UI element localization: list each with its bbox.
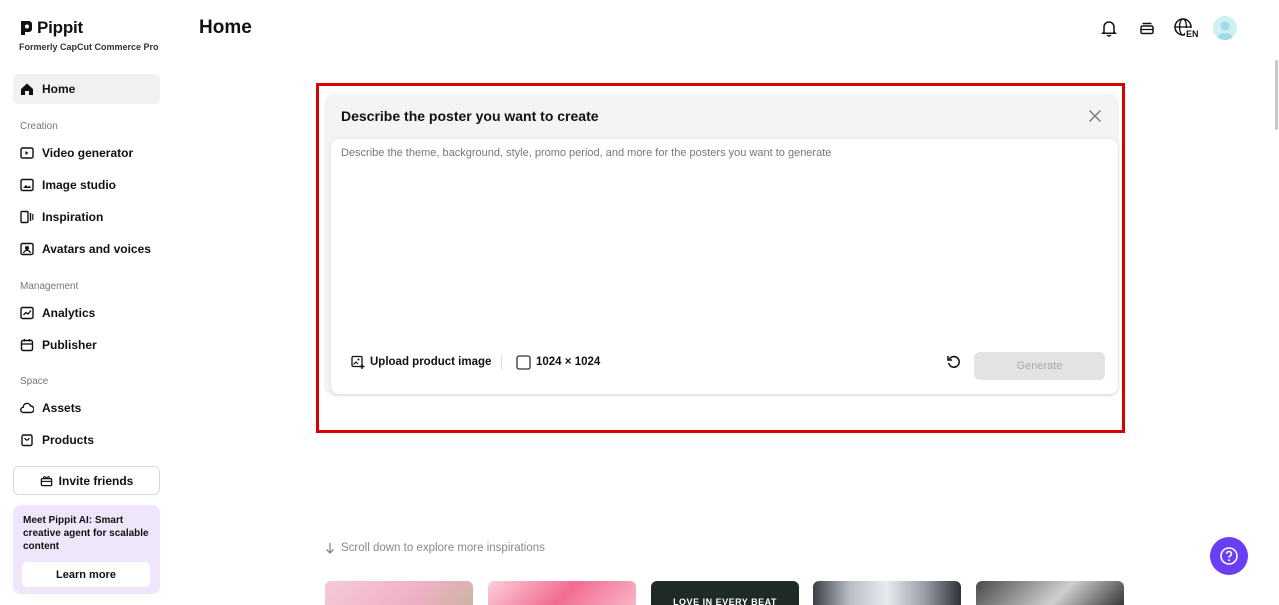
invite-friends-label: Invite friends [58, 473, 134, 488]
promo-text: Meet Pippit AI: Smart creative agent for… [23, 515, 149, 552]
sidebar-item-publisher[interactable]: Publisher [13, 330, 160, 360]
avatar[interactable] [1213, 16, 1237, 40]
sidebar-item-home[interactable]: Home [13, 74, 160, 104]
gift-icon [40, 476, 52, 487]
avatar-voice-icon [20, 242, 34, 256]
poster-prompt-dialog: Describe the poster you want to create U… [324, 94, 1119, 396]
help-button[interactable] [1210, 537, 1248, 575]
upload-product-image-button[interactable]: Upload product image [351, 352, 491, 372]
promo-card: Meet Pippit AI: Smart creative agent for… [13, 505, 160, 594]
language-button[interactable]: EN [1173, 16, 1199, 40]
sidebar-item-label: Publisher [42, 338, 97, 352]
language-code: EN [1186, 29, 1199, 39]
square-ratio-icon [516, 354, 531, 370]
sidebar-item-image-studio[interactable]: Image studio [13, 170, 160, 200]
sidebar-item-inspiration[interactable]: Inspiration [13, 202, 160, 232]
upload-label: Upload product image [370, 356, 492, 368]
notifications-button[interactable] [1097, 16, 1121, 40]
pippit-logo-icon [21, 21, 32, 35]
prompt-input[interactable] [341, 147, 1106, 337]
section-label-space: Space [20, 376, 49, 387]
sidebar-item-analytics[interactable]: Analytics [13, 298, 160, 328]
inspiration-thumbnail[interactable]: LOVE IN EVERY BEAT [651, 581, 799, 605]
sidebar-item-assets[interactable]: Assets [13, 393, 160, 423]
inspiration-thumbnail[interactable] [325, 581, 473, 605]
sidebar-item-label: Assets [42, 401, 82, 415]
learn-more-button[interactable]: Learn more [22, 562, 150, 587]
brand-subtitle: Formerly CapCut Commerce Pro [19, 42, 159, 52]
scroll-hint: Scroll down to explore more inspirations [325, 542, 545, 554]
dialog-title: Describe the poster you want to create [341, 108, 599, 124]
sidebar-item-label: Video generator [42, 146, 134, 160]
prompt-panel: Upload product image 1024 × 1024 Generat… [331, 139, 1118, 394]
refresh-icon [947, 355, 960, 368]
image-studio-icon [20, 178, 34, 192]
close-button[interactable] [1087, 108, 1103, 124]
inspiration-icon [20, 210, 34, 224]
sidebar: Pippit Formerly CapCut Commerce Pro Home… [0, 0, 172, 605]
section-label-management: Management [20, 281, 79, 292]
analytics-icon [20, 306, 34, 320]
image-upload-icon [351, 355, 365, 369]
brand-name: Pippit [37, 18, 84, 37]
scroll-hint-label: Scroll down to explore more inspirations [341, 542, 545, 554]
cloud-icon [20, 402, 34, 414]
sidebar-item-label: Analytics [42, 306, 96, 320]
user-avatar-icon [1216, 21, 1234, 40]
bag-icon [21, 434, 33, 447]
invite-friends-button[interactable]: Invite friends [13, 466, 160, 495]
page-scrollbar[interactable] [1275, 60, 1278, 130]
sidebar-item-label: Image studio [42, 178, 117, 192]
stack-icon [1140, 22, 1154, 35]
section-label-creation: Creation [20, 121, 58, 132]
reset-button[interactable] [945, 353, 963, 371]
sidebar-item-label: Avatars and voices [42, 242, 151, 256]
sidebar-item-label: Products [42, 433, 95, 447]
calendar-icon [20, 339, 34, 352]
sidebar-item-video-generator[interactable]: Video generator [13, 138, 160, 168]
sidebar-item-avatars-voices[interactable]: Avatars and voices [13, 234, 160, 264]
page-title: Home [199, 17, 252, 38]
subscription-button[interactable] [1135, 16, 1159, 40]
inspiration-thumbnail[interactable] [976, 581, 1124, 605]
size-label: 1024 × 1024 [536, 356, 601, 368]
sidebar-item-label: Home [42, 82, 76, 96]
inspiration-thumbnail[interactable] [813, 581, 961, 605]
close-icon [1089, 110, 1101, 122]
home-icon [21, 83, 33, 95]
thumbnail-caption: LOVE IN EVERY BEAT [673, 597, 777, 605]
inspiration-thumbnail[interactable] [488, 581, 636, 605]
video-generator-icon [20, 147, 34, 159]
question-mark-icon [1220, 547, 1238, 565]
globe-language-icon: EN [1174, 18, 1199, 39]
sidebar-item-products[interactable]: Products [13, 425, 160, 455]
bell-icon [1101, 21, 1117, 37]
sidebar-item-label: Inspiration [42, 210, 104, 224]
header-actions: EN [1097, 16, 1237, 40]
size-selector[interactable]: 1024 × 1024 [516, 352, 600, 372]
toolbar-divider [501, 354, 502, 370]
arrow-down-icon [326, 543, 334, 554]
brand-logo[interactable]: Pippit [19, 18, 83, 38]
generate-button[interactable]: Generate [974, 352, 1105, 380]
